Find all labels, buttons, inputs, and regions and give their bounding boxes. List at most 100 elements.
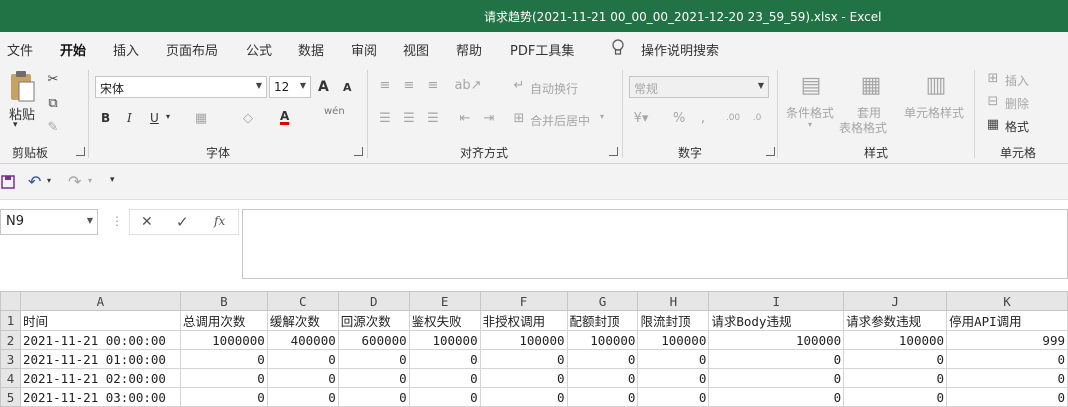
percent-button[interactable]: % [673, 111, 685, 126]
cell[interactable]: 2021-11-21 01:00:00 [19, 349, 181, 369]
cell[interactable]: 配额封顶 [566, 310, 639, 331]
select-all-corner[interactable] [0, 291, 21, 311]
wrap-text-button[interactable]: 自动换行 [530, 80, 578, 97]
column-header[interactable]: E [408, 291, 481, 311]
cell[interactable]: 0 [408, 368, 481, 388]
number-launcher-icon[interactable] [766, 147, 775, 156]
cell[interactable]: 1000000 [179, 330, 268, 350]
cell[interactable]: 时间 [19, 310, 181, 331]
cell[interactable]: 0 [479, 387, 568, 407]
enter-icon[interactable]: ✓ [176, 213, 189, 231]
orientation-icon[interactable]: ab↗ [454, 76, 481, 94]
wrap-text-icon[interactable]: ↵ [512, 76, 526, 94]
redo-icon[interactable]: ↷ [68, 172, 81, 191]
chevron-down-icon[interactable]: ▾ [808, 120, 812, 129]
conditional-formatting-icon[interactable]: ▤ [797, 70, 825, 100]
increase-decimal-icon[interactable]: .00 [724, 109, 742, 127]
cell[interactable]: 0 [637, 368, 710, 388]
cell[interactable]: 0 [179, 349, 268, 369]
underline-button[interactable]: U [150, 111, 159, 125]
cell[interactable]: 0 [337, 349, 410, 369]
chevron-down-icon[interactable]: ▾ [47, 176, 51, 185]
cell[interactable]: 0 [708, 349, 845, 369]
increase-indent-icon[interactable]: ⇥ [480, 109, 498, 127]
font-launcher-icon[interactable] [354, 147, 363, 156]
row-header[interactable]: 1 [0, 310, 21, 331]
decrease-decimal-icon[interactable]: .0 [748, 109, 766, 127]
cell[interactable]: 2021-11-21 02:00:00 [19, 368, 181, 388]
format-as-table-line2[interactable]: 表格格式 [839, 119, 887, 136]
cell[interactable]: 限流封顶 [637, 310, 710, 331]
cell[interactable]: 100000 [566, 330, 639, 350]
cell[interactable]: 0 [337, 387, 410, 407]
alignment-launcher-icon[interactable] [609, 147, 618, 156]
grow-font-button[interactable]: A [318, 79, 329, 95]
align-right-icon[interactable]: ☰ [424, 109, 442, 127]
tab-file[interactable]: 文件 [7, 40, 33, 59]
cell[interactable]: 0 [637, 349, 710, 369]
insert-cells-icon[interactable]: ⊞ [985, 70, 1001, 86]
chevron-down-icon[interactable]: ▾ [600, 112, 604, 121]
row-header[interactable]: 3 [0, 349, 21, 369]
save-icon[interactable] [1, 175, 15, 189]
align-top-icon[interactable]: ≡ [376, 76, 394, 94]
tell-me-search[interactable]: 操作说明搜索 [641, 40, 719, 59]
decrease-indent-icon[interactable]: ⇤ [456, 109, 474, 127]
customize-toolbar-icon[interactable]: ▾ [110, 175, 115, 185]
name-box[interactable]: N9 ▼ [0, 209, 98, 235]
cell[interactable]: 请求参数违规 [843, 310, 948, 331]
cell[interactable]: 0 [179, 387, 268, 407]
cell[interactable]: 100000 [637, 330, 710, 350]
cell[interactable]: 100000 [708, 330, 845, 350]
cell[interactable]: 0 [408, 349, 481, 369]
column-header[interactable]: C [266, 291, 339, 311]
cell[interactable]: 2021-11-21 00:00:00 [19, 330, 181, 350]
tab-home[interactable]: 开始 [60, 40, 87, 65]
clipboard-launcher-icon[interactable] [76, 147, 85, 156]
align-left-icon[interactable]: ☰ [376, 109, 394, 127]
cell[interactable]: 0 [179, 368, 268, 388]
delete-cells-icon[interactable]: ⊟ [985, 93, 1001, 109]
tab-view[interactable]: 视图 [403, 40, 429, 59]
cell[interactable]: 2021-11-21 03:00:00 [19, 387, 181, 407]
cell[interactable]: 0 [843, 387, 948, 407]
cell[interactable]: 0 [946, 349, 1068, 369]
cell[interactable]: 停用API调用 [946, 310, 1068, 331]
column-header[interactable]: H [637, 291, 710, 311]
cell[interactable]: 0 [566, 368, 639, 388]
cell[interactable]: 0 [337, 368, 410, 388]
cut-icon[interactable]: ✂ [44, 70, 62, 88]
number-format-select[interactable]: 常规 ▼ [629, 76, 769, 98]
cell[interactable]: 0 [708, 368, 845, 388]
cell[interactable]: 0 [946, 387, 1068, 407]
format-cells-icon[interactable]: ▦ [985, 116, 1001, 132]
column-header[interactable]: B [179, 291, 268, 311]
cell[interactable]: 鉴权失败 [408, 310, 481, 331]
font-size-select[interactable]: 12 ▼ [269, 76, 311, 98]
cell-styles-button[interactable]: 单元格样式 [904, 104, 964, 121]
cancel-icon[interactable]: ✕ [141, 214, 153, 230]
cell[interactable]: 0 [566, 349, 639, 369]
delete-cells-button[interactable]: 删除 [1005, 95, 1029, 112]
copy-icon[interactable]: ⧉ [44, 94, 62, 112]
cell-styles-icon[interactable]: ▥ [922, 70, 950, 100]
column-header[interactable]: D [337, 291, 410, 311]
cell[interactable]: 0 [479, 368, 568, 388]
cell[interactable]: 总调用次数 [179, 310, 268, 331]
cell[interactable]: 100000 [479, 330, 568, 350]
cell[interactable]: 缓解次数 [266, 310, 339, 331]
align-bottom-icon[interactable]: ≡ [424, 76, 442, 94]
column-header[interactable]: A [19, 291, 181, 311]
chevron-down-icon[interactable]: ▾ [166, 112, 170, 121]
row-header[interactable]: 4 [0, 368, 21, 388]
cell[interactable]: 0 [946, 368, 1068, 388]
font-color-button[interactable]: A [280, 109, 289, 123]
cell[interactable]: 请求Body违规 [708, 310, 845, 331]
undo-icon[interactable]: ↶ [28, 172, 41, 191]
tab-review[interactable]: 审阅 [351, 40, 377, 59]
tab-insert[interactable]: 插入 [113, 40, 139, 59]
shrink-font-button[interactable]: A [343, 81, 352, 94]
cell[interactable]: 0 [408, 387, 481, 407]
format-as-table-icon[interactable]: ▦ [857, 70, 885, 100]
row-header[interactable]: 5 [0, 387, 21, 407]
